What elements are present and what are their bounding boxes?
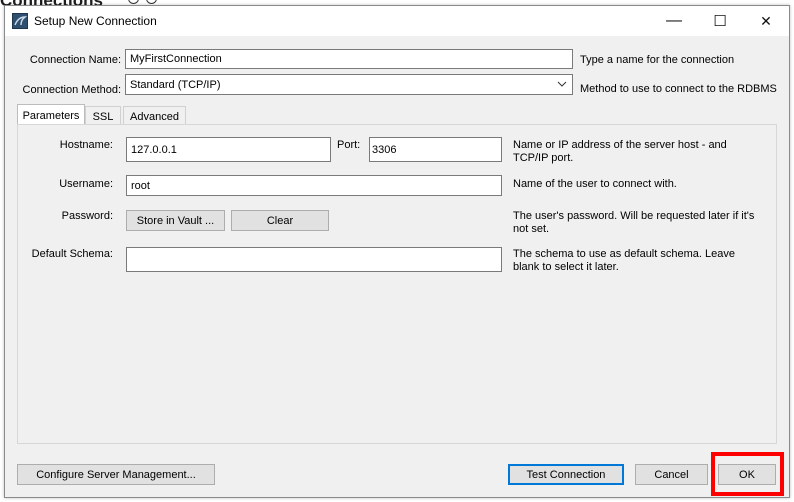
maximize-button[interactable]: ☐ [697, 6, 743, 36]
username-input[interactable]: root [126, 175, 502, 196]
port-label: Port: [337, 139, 361, 151]
password-label: Password: [61, 210, 113, 222]
store-in-vault-button[interactable]: Store in Vault ... [126, 210, 225, 231]
setup-connection-dialog: Setup New Connection — ☐ ✕ Connection Na… [4, 5, 790, 498]
connection-method-label: Connection Method: [22, 84, 121, 96]
port-input[interactable]: 3306 [369, 137, 502, 162]
connection-method-select[interactable]: Standard (TCP/IP) [125, 74, 573, 95]
settings-icon [146, 0, 157, 4]
close-icon: ✕ [760, 12, 772, 29]
username-hint: Name of the user to connect with. [513, 178, 677, 190]
hostname-hint: Name or IP address of the server host - … [513, 139, 727, 164]
parameters-panel [17, 124, 777, 444]
connection-method-hint: Method to use to connect to the RDBMS [580, 83, 777, 95]
chevron-down-icon [557, 78, 567, 93]
mysql-workbench-icon [12, 13, 28, 29]
dialog-title: Setup New Connection [34, 14, 157, 28]
info-icon [128, 0, 139, 4]
tab-advanced[interactable]: Advanced [123, 106, 186, 126]
minimize-icon: — [666, 12, 682, 29]
connection-method-value: Standard (TCP/IP) [130, 78, 221, 91]
username-label: Username: [59, 178, 113, 190]
default-schema-hint: The schema to use as default schema. Lea… [513, 248, 735, 273]
ok-button-highlight [711, 452, 784, 496]
tab-ssl[interactable]: SSL [85, 106, 121, 126]
tab-parameters[interactable]: Parameters [17, 104, 85, 126]
configure-server-management-button[interactable]: Configure Server Management... [17, 464, 215, 485]
title-bar: Setup New Connection — ☐ ✕ [5, 6, 789, 36]
hostname-input[interactable]: 127.0.0.1 [126, 137, 331, 162]
connection-name-input[interactable]: MyFirstConnection [125, 49, 573, 69]
maximize-icon: ☐ [713, 13, 727, 30]
clear-password-button[interactable]: Clear [231, 210, 329, 231]
test-connection-button[interactable]: Test Connection [508, 464, 624, 485]
hostname-label: Hostname: [59, 139, 113, 151]
minimize-button[interactable]: — [651, 6, 697, 36]
default-schema-label: Default Schema: [31, 248, 113, 260]
connection-name-hint: Type a name for the connection [580, 54, 735, 66]
close-button[interactable]: ✕ [743, 6, 789, 36]
default-schema-input[interactable] [126, 247, 502, 272]
connection-name-label: Connection Name: [29, 54, 121, 66]
cancel-button[interactable]: Cancel [635, 464, 708, 485]
password-hint: The user's password. Will be requested l… [513, 210, 755, 235]
